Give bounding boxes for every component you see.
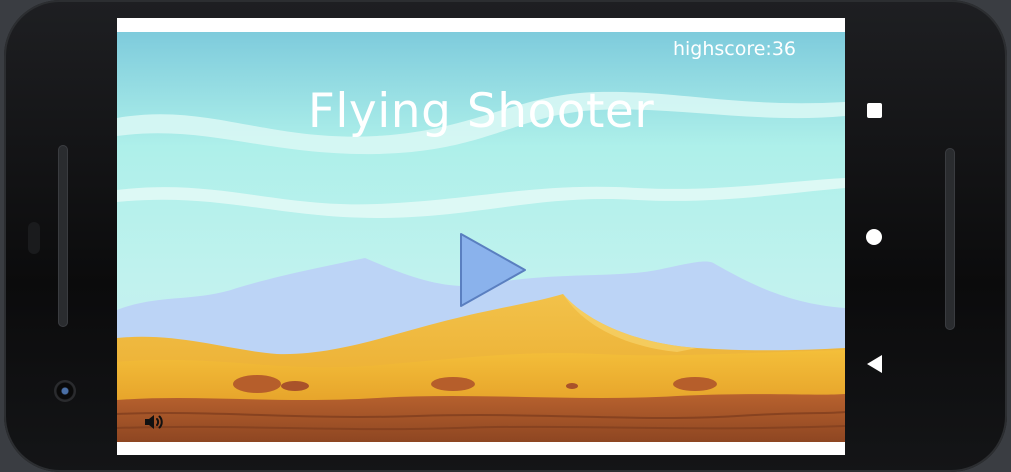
speaker-grille: [58, 145, 68, 327]
game-canvas[interactable]: highscore:36 Flying Shooter: [117, 32, 845, 442]
phone-frame: highscore:36 Flying Shooter: [4, 0, 1007, 472]
proximity-sensor: [28, 222, 40, 254]
speaker-volume-icon: [145, 415, 163, 429]
play-icon: [460, 233, 526, 307]
triangle-back-icon: [866, 355, 882, 373]
android-nav-bar: [854, 60, 894, 400]
sound-toggle-button[interactable]: [142, 410, 166, 434]
circle-icon: [866, 229, 882, 245]
speaker-grille: [945, 148, 955, 330]
nav-home-button[interactable]: [862, 225, 886, 249]
square-icon: [866, 102, 882, 118]
camera-icon: [54, 380, 76, 402]
device-screen: highscore:36 Flying Shooter: [117, 18, 845, 455]
play-button[interactable]: [459, 232, 529, 310]
nav-overview-button[interactable]: [862, 98, 886, 122]
game-title: Flying Shooter: [307, 84, 655, 139]
highscore-label: highscore:36: [672, 38, 796, 60]
nav-back-button[interactable]: [862, 352, 886, 376]
